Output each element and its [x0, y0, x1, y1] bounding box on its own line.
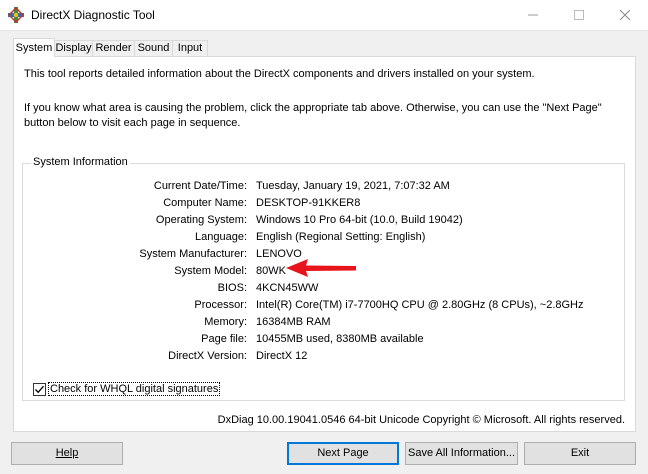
info-row-operating-system: Operating System: Windows 10 Pro 64-bit … — [23, 214, 623, 229]
whql-checkbox[interactable] — [33, 383, 46, 396]
info-label: Memory: — [204, 316, 247, 328]
close-button[interactable] — [602, 0, 648, 30]
tab-render[interactable]: Render — [92, 40, 135, 56]
version-copyright-text: DxDiag 10.00.19041.0546 64-bit Unicode C… — [217, 414, 625, 426]
info-label: BIOS: — [217, 282, 247, 294]
tab-system[interactable]: System — [13, 38, 55, 57]
info-label: Computer Name: — [163, 197, 247, 209]
red-arrow-icon — [286, 259, 356, 277]
tab-sound[interactable]: Sound — [134, 40, 173, 56]
info-value: DirectX 12 — [256, 350, 308, 362]
group-title: System Information — [31, 156, 130, 168]
directx-icon — [8, 7, 24, 23]
info-value: 4KCN45WW — [256, 282, 319, 294]
info-row-language: Language: English (Regional Setting: Eng… — [23, 231, 623, 246]
exit-button-label: Exit — [570, 447, 590, 459]
info-row-datetime: Current Date/Time: Tuesday, January 19, … — [23, 180, 623, 195]
system-tab-panel: This tool reports detailed information a… — [13, 56, 636, 432]
info-label: DirectX Version: — [168, 350, 247, 362]
info-value: Tuesday, January 19, 2021, 7:07:32 AM — [256, 180, 450, 192]
info-row-page-file: Page file: 10455MB used, 8380MB availabl… — [23, 333, 623, 348]
next-page-button[interactable]: Next Page — [287, 442, 399, 465]
info-value: 80WK — [256, 265, 286, 277]
instructions-text: If you know what area is causing the pro… — [24, 102, 602, 129]
save-all-information-button[interactable]: Save All Information... — [405, 442, 518, 465]
title-bar: DirectX Diagnostic Tool — [0, 0, 648, 31]
info-row-computer-name: Computer Name: DESKTOP-91KKER8 — [23, 197, 623, 212]
intro-text: This tool reports detailed information a… — [24, 68, 535, 80]
minimize-icon — [528, 14, 538, 16]
next-page-button-label: Next Page — [317, 447, 369, 459]
tab-display[interactable]: Display — [54, 40, 93, 56]
exit-button[interactable]: Exit — [524, 442, 636, 465]
info-value: DESKTOP-91KKER8 — [256, 197, 361, 209]
info-label: Processor: — [194, 299, 247, 311]
save-all-button-label: Save All Information... — [408, 447, 515, 459]
info-label: Page file: — [201, 333, 247, 345]
help-button[interactable]: Help — [11, 442, 123, 465]
info-value: 10455MB used, 8380MB available — [256, 333, 424, 345]
info-value: Intel(R) Core(TM) i7-7700HQ CPU @ 2.80GH… — [256, 299, 584, 311]
window-title: DirectX Diagnostic Tool — [31, 8, 155, 22]
info-label: System Manufacturer: — [139, 248, 247, 260]
info-value: English (Regional Setting: English) — [256, 231, 426, 243]
tab-input[interactable]: Input — [172, 40, 208, 56]
checkmark-icon — [35, 385, 44, 394]
info-value: 16384MB RAM — [256, 316, 331, 328]
info-label: Language: — [195, 231, 247, 243]
info-row-memory: Memory: 16384MB RAM — [23, 316, 623, 331]
minimize-button[interactable] — [510, 0, 556, 30]
close-icon — [620, 10, 630, 20]
info-row-directx-version: DirectX Version: DirectX 12 — [23, 350, 623, 365]
info-row-processor: Processor: Intel(R) Core(TM) i7-7700HQ C… — [23, 299, 623, 314]
system-information-group: System Information Current Date/Time: Tu… — [22, 156, 625, 401]
help-button-label: Help — [55, 447, 79, 459]
maximize-icon — [574, 10, 584, 20]
info-value: Windows 10 Pro 64-bit (10.0, Build 19042… — [256, 214, 463, 226]
info-label: Operating System: — [155, 214, 247, 226]
info-label: System Model: — [174, 265, 247, 277]
whql-checkbox-label[interactable]: Check for WHQL digital signatures — [48, 382, 221, 396]
maximize-button[interactable] — [556, 0, 602, 30]
info-row-bios: BIOS: 4KCN45WW — [23, 282, 623, 297]
info-label: Current Date/Time: — [153, 180, 247, 192]
